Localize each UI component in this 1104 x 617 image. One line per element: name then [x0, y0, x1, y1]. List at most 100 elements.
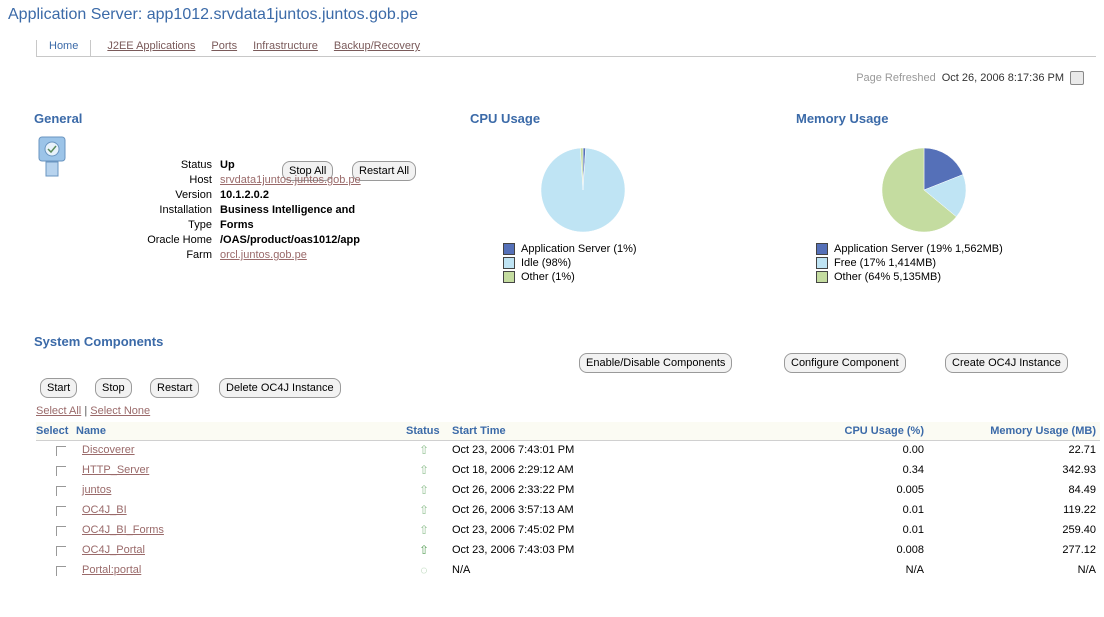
cpu-legend-idle: Idle (98%)	[503, 256, 637, 270]
start-time: Oct 18, 2006 2:29:12 AM	[452, 464, 574, 476]
cpu-usage-value: 0.00	[902, 444, 924, 456]
start-time: Oct 26, 2006 3:57:13 AM	[452, 504, 574, 516]
farm-label: Farm	[186, 249, 212, 261]
col-name[interactable]: Name	[76, 425, 106, 437]
row-checkbox[interactable]	[56, 506, 66, 516]
refresh-label: Page Refreshed	[856, 72, 936, 84]
start-time: N/A	[452, 564, 471, 576]
components-table: Select Name Status Start Time CPU Usage …	[36, 422, 1100, 581]
table-row: OC4J_BI_Forms ⇧ Oct 23, 2006 7:45:02 PM 0.0…	[36, 521, 1100, 541]
create-oc4j-instance-button[interactable]: Create OC4J Instance	[945, 353, 1068, 373]
general-heading: General	[34, 111, 83, 126]
memory-legend-app-server: Application Server (19% 1,562MB)	[816, 242, 1003, 256]
component-name-link[interactable]: OC4J_BI_Forms	[82, 524, 164, 536]
component-name-link[interactable]: OC4J_Portal	[82, 544, 145, 556]
delete-oc4j-instance-button[interactable]: Delete OC4J Instance	[219, 378, 341, 398]
memory-usage-value: N/A	[1077, 564, 1096, 576]
enable-disable-components-button[interactable]: Enable/Disable Components	[579, 353, 733, 373]
server-status-icon	[38, 136, 66, 177]
memory-usage-value: 22.71	[1068, 444, 1096, 456]
start-time: Oct 23, 2006 7:43:01 PM	[452, 444, 575, 456]
tab-ports[interactable]: Ports	[203, 40, 245, 56]
cpu-usage-heading: CPU Usage	[470, 111, 541, 126]
restart-button[interactable]: Restart	[150, 378, 200, 398]
start-button[interactable]: Start	[40, 378, 78, 398]
start-time: Oct 26, 2006 2:33:22 PM	[452, 484, 575, 496]
memory-usage-value: 342.93	[1062, 464, 1096, 476]
table-row: Discoverer ⇧ Oct 23, 2006 7:43:01 PM 0.00 22…	[36, 441, 1100, 461]
table-row: OC4J_Portal ⇧ Oct 23, 2006 7:43:03 PM 0.008…	[36, 541, 1100, 561]
cpu-usage-value: N/A	[905, 564, 924, 576]
status-value: Up	[220, 159, 235, 171]
status-up-icon: ⇧	[418, 523, 430, 537]
table-row: HTTP_Server ⇧ Oct 18, 2006 2:29:12 AM 0.34 3…	[36, 461, 1100, 481]
cpu-usage-pie	[540, 147, 626, 233]
restart-all-button[interactable]: Restart All	[352, 161, 417, 181]
component-name-link[interactable]: Portal:portal	[82, 564, 141, 576]
component-name-link[interactable]: juntos	[82, 484, 111, 496]
col-cpu-usage[interactable]: CPU Usage (%)	[845, 425, 924, 437]
cpu-usage-value: 0.01	[902, 524, 924, 536]
version-value: 10.1.2.0.2	[220, 189, 269, 201]
oracle-home-label: Oracle Home	[147, 234, 212, 246]
select-links: Select All | Select None	[36, 405, 151, 417]
table-row: juntos ⇧ Oct 26, 2006 2:33:22 PM 0.005 84.49	[36, 481, 1100, 501]
row-checkbox[interactable]	[56, 446, 66, 456]
status-up-icon: ⇧	[418, 503, 430, 517]
col-select: Select	[36, 425, 69, 437]
cpu-usage-value: 0.01	[902, 504, 924, 516]
component-name-link[interactable]: Discoverer	[82, 444, 135, 456]
page-title: Application Server: app1012.srvdata1junt…	[8, 6, 419, 23]
table-header: Select Name Status Start Time CPU Usage …	[36, 422, 1100, 441]
component-name-link[interactable]: HTTP_Server	[82, 464, 149, 476]
memory-usage-heading: Memory Usage	[796, 111, 889, 126]
memory-usage-value: 277.12	[1062, 544, 1096, 556]
row-checkbox[interactable]	[56, 466, 66, 476]
oracle-home-value: /OAS/product/oas1012/app	[220, 234, 360, 246]
row-checkbox[interactable]	[56, 486, 66, 496]
table-row: OC4J_BI ⇧ Oct 26, 2006 3:57:13 AM 0.01 119.2…	[36, 501, 1100, 521]
component-name-link[interactable]: OC4J_BI	[82, 504, 127, 516]
version-label: Version	[175, 189, 212, 201]
memory-legend-free: Free (17% 1,414MB)	[816, 256, 1003, 270]
start-time: Oct 23, 2006 7:43:03 PM	[452, 544, 575, 556]
general-details: Status Up Host srvdata1juntos.juntos.gob.p…	[120, 158, 361, 263]
memory-usage-value: 259.40	[1062, 524, 1096, 536]
select-none-link[interactable]: Select None	[90, 405, 150, 417]
table-row: Portal:portal ◌ N/A N/A N/A	[36, 561, 1100, 581]
col-status[interactable]: Status	[406, 425, 440, 437]
status-up-icon: ⇧	[418, 543, 430, 557]
tab-j2ee-applications[interactable]: J2EE Applications	[99, 40, 203, 56]
tab-backup-recovery[interactable]: Backup/Recovery	[326, 40, 428, 56]
stop-button[interactable]: Stop	[95, 378, 132, 398]
refresh-icon[interactable]	[1070, 71, 1084, 85]
host-link[interactable]: srvdata1juntos.juntos.gob.pe	[220, 173, 361, 188]
type-label: Type	[188, 219, 212, 231]
farm-link[interactable]: orcl.juntos.gob.pe	[220, 248, 307, 263]
memory-usage-value: 84.49	[1068, 484, 1096, 496]
memory-usage-pie	[881, 147, 967, 233]
cpu-usage-value: 0.34	[902, 464, 924, 476]
cpu-legend: Application Server (1%) Idle (98%) Other…	[503, 242, 637, 284]
memory-legend-other: Other (64% 5,135MB)	[816, 270, 1003, 284]
status-unknown-icon: ◌	[420, 563, 428, 577]
tab-home[interactable]: Home	[36, 40, 92, 56]
cpu-legend-other: Other (1%)	[503, 270, 637, 284]
tab-infrastructure[interactable]: Infrastructure	[245, 40, 326, 56]
row-checkbox[interactable]	[56, 566, 66, 576]
memory-usage-value: 119.22	[1063, 504, 1096, 516]
select-all-link[interactable]: Select All	[36, 405, 81, 417]
status-up-icon: ⇧	[418, 443, 430, 457]
type-value: Forms	[220, 219, 254, 231]
status-label: Status	[180, 159, 212, 171]
cpu-usage-value: 0.008	[896, 544, 924, 556]
configure-component-button[interactable]: Configure Component	[784, 353, 906, 373]
row-checkbox[interactable]	[56, 526, 66, 536]
host-label: Host	[189, 174, 212, 186]
system-components-heading: System Components	[34, 334, 164, 349]
row-checkbox[interactable]	[56, 546, 66, 556]
col-start-time[interactable]: Start Time	[452, 425, 506, 437]
cpu-usage-value: 0.005	[896, 484, 924, 496]
memory-legend: Application Server (19% 1,562MB) Free (1…	[816, 242, 1003, 284]
col-memory-usage[interactable]: Memory Usage (MB)	[990, 425, 1096, 437]
